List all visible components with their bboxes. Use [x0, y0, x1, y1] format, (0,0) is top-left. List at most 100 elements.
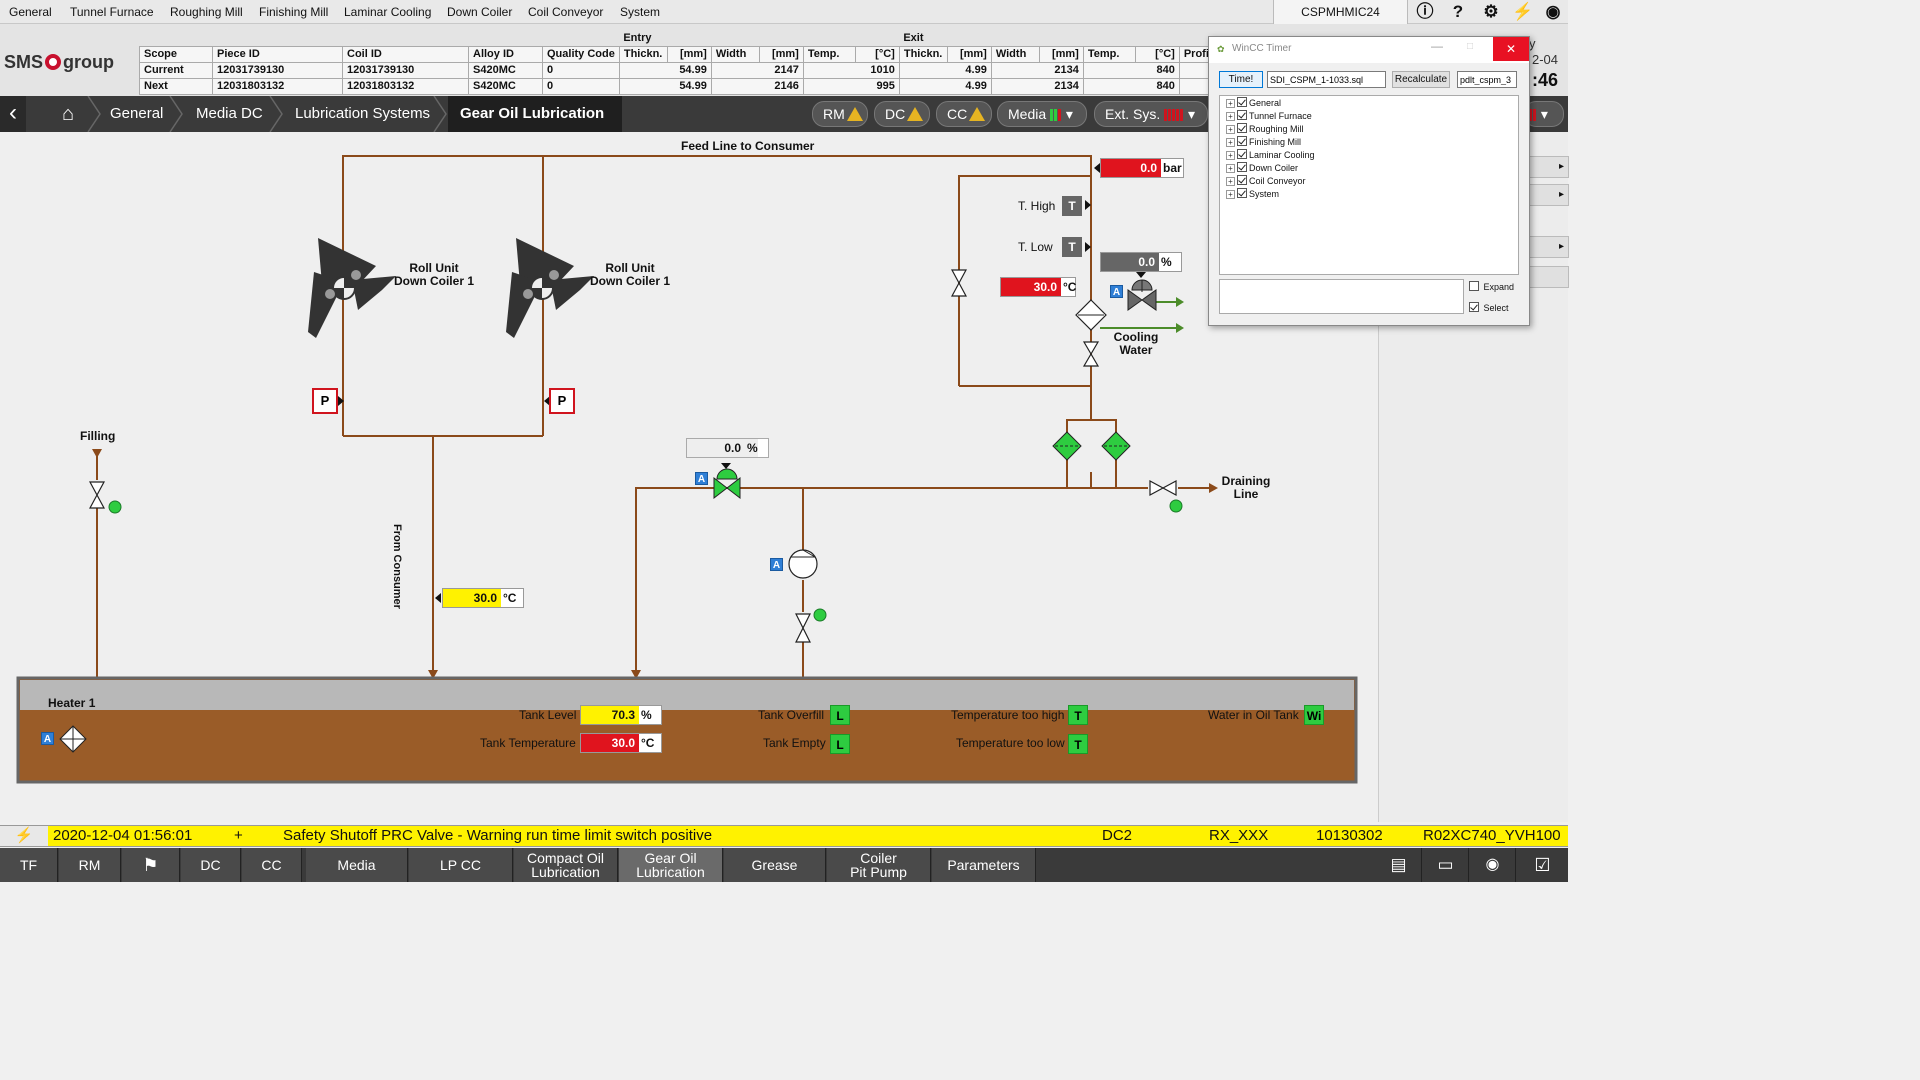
nav-rm[interactable]: RM: [59, 848, 121, 882]
monitor-icon[interactable]: ▭: [1423, 848, 1469, 882]
t-high-button[interactable]: T: [1062, 196, 1082, 216]
side-panel-button[interactable]: [1529, 266, 1569, 288]
sql-file-field[interactable]: [1267, 71, 1386, 88]
breadcrumb-gear-oil-lubrication[interactable]: Gear Oil Lubrication: [448, 96, 623, 132]
water-in-oil-button[interactable]: Wi: [1304, 705, 1324, 725]
alarm-datetime: 2020-12-04 01:56:01: [53, 827, 193, 844]
auto-mode-button[interactable]: A: [770, 558, 783, 571]
nav-coiler-pit-pump[interactable]: Coiler Pit Pump: [827, 848, 931, 882]
menu-laminar-cooling[interactable]: Laminar Cooling: [344, 5, 431, 19]
media-status-button[interactable]: Media ▾: [997, 101, 1087, 127]
output-textarea[interactable]: [1219, 279, 1464, 314]
breadcrumb-lubrication-systems[interactable]: Lubrication Systems: [283, 96, 430, 132]
nav-lp-cc[interactable]: LP CC: [409, 848, 513, 882]
nav-compact-oil-lubrication[interactable]: Compact Oil Lubrication: [514, 848, 618, 882]
tank-temperature-readout[interactable]: 30.0 °C: [580, 733, 662, 753]
tank-level-label: Tank Level: [519, 708, 577, 722]
cooler-temperature-readout[interactable]: 30.0 °C: [1000, 277, 1076, 297]
tank-overfill-button[interactable]: L: [830, 705, 850, 725]
close-icon[interactable]: ✕: [1493, 37, 1529, 61]
nav-grease[interactable]: Grease: [724, 848, 826, 882]
tree-item-coil-conveyor[interactable]: + Coil Conveyor: [1226, 175, 1306, 188]
nav-dc[interactable]: DC: [181, 848, 241, 882]
nav-cc[interactable]: CC: [242, 848, 302, 882]
breadcrumb-media-dc[interactable]: Media DC: [184, 96, 263, 132]
info-icon[interactable]: ⓘ: [1410, 1, 1440, 23]
minimize-icon[interactable]: —: [1431, 39, 1443, 53]
cooling-valve-position[interactable]: 0.0 %: [1100, 252, 1182, 272]
rm-status-button[interactable]: RM: [812, 101, 868, 127]
auto-mode-button[interactable]: A: [1110, 285, 1123, 298]
alarm-message: Safety Shutoff PRC Valve - Warning run t…: [283, 827, 713, 844]
control-valve-position[interactable]: 0.0 %: [686, 438, 769, 458]
pressure-switch-2-button[interactable]: P: [549, 388, 575, 414]
tree-item-roughing-mill[interactable]: + Roughing Mill: [1226, 123, 1304, 136]
menu-finishing-mill[interactable]: Finishing Mill: [259, 5, 328, 19]
lightning-icon[interactable]: ⚡: [1508, 1, 1538, 23]
tree-item-general[interactable]: + General: [1226, 97, 1281, 110]
help-icon[interactable]: ?: [1443, 1, 1473, 23]
side-panel-button[interactable]: ▸: [1529, 156, 1569, 178]
heater-auto-button[interactable]: A: [41, 732, 54, 745]
menu-tunnel-furnace[interactable]: Tunnel Furnace: [70, 5, 154, 19]
gear-icon[interactable]: ⚙: [1476, 1, 1506, 23]
t-low-label: T. Low: [1018, 240, 1053, 254]
ext-sys-status-button[interactable]: Ext. Sys. ▾: [1094, 101, 1208, 127]
tank-empty-label: Tank Empty: [763, 736, 826, 750]
col-exit-thickness-unit: [mm]: [946, 45, 992, 63]
tank-empty-button[interactable]: L: [830, 734, 850, 754]
breadcrumb-general[interactable]: General: [98, 96, 163, 132]
col-entry-temp: Temp.: [802, 45, 856, 63]
pdlt-field[interactable]: [1457, 71, 1517, 88]
pressure-readout[interactable]: 0.0 bar: [1100, 158, 1184, 178]
menu-coil-conveyor[interactable]: Coil Conveyor: [528, 5, 603, 19]
menu-general[interactable]: General: [9, 5, 52, 19]
filling-valve: [88, 481, 106, 509]
temp-too-high-button[interactable]: T: [1068, 705, 1088, 725]
nav-tf[interactable]: TF: [0, 848, 58, 882]
dc-status-button[interactable]: DC: [874, 101, 930, 127]
col-quality-code: Quality Code: [542, 45, 620, 63]
tree-item-laminar-cooling[interactable]: + Laminar Cooling: [1226, 149, 1315, 162]
warning-icon: [846, 107, 863, 121]
checkbox-icon[interactable]: ☑: [1517, 848, 1568, 882]
eye-icon[interactable]: ◉: [1538, 1, 1568, 23]
t-low-button[interactable]: T: [1062, 237, 1082, 257]
flag-icon[interactable]: ⚑: [122, 848, 180, 882]
menu-system[interactable]: System: [620, 5, 660, 19]
menu-roughing-mill[interactable]: Roughing Mill: [170, 5, 243, 19]
tree-item-tunnel-furnace[interactable]: + Tunnel Furnace: [1226, 110, 1312, 123]
auto-mode-button[interactable]: A: [695, 472, 708, 485]
heater-icon[interactable]: [56, 722, 90, 756]
expand-checkbox[interactable]: Expand: [1469, 281, 1514, 292]
tree-item-finishing-mill[interactable]: + Finishing Mill: [1226, 136, 1301, 149]
roll-unit-icon-2: [506, 238, 594, 338]
return-temperature-readout[interactable]: 30.0 °C: [442, 588, 524, 608]
tree-item-system[interactable]: + System: [1226, 188, 1279, 201]
app-icon: ✿: [1217, 44, 1225, 54]
alarm-line[interactable]: ⚡ 2020-12-04 01:56:01 + Safety Shutoff P…: [0, 825, 1568, 847]
overflow-status-button[interactable]: ▾: [1524, 101, 1564, 127]
dialog-titlebar: ✿ WinCC Timer — □ ✕: [1209, 37, 1529, 63]
time-button[interactable]: Time!: [1219, 71, 1263, 88]
tank-level-readout[interactable]: 70.3 %: [580, 705, 662, 725]
side-panel-button[interactable]: ▸: [1529, 184, 1569, 206]
nav-media[interactable]: Media: [306, 848, 408, 882]
side-panel-button[interactable]: ▸: [1529, 236, 1569, 258]
menu-down-coiler[interactable]: Down Coiler: [447, 5, 512, 19]
select-checkbox[interactable]: Select: [1469, 302, 1509, 313]
temp-too-low-button[interactable]: T: [1068, 734, 1088, 754]
screen-layout-icon[interactable]: ▤: [1376, 848, 1422, 882]
media-level-icon: [1050, 104, 1062, 128]
camera-icon[interactable]: ◉: [1470, 848, 1516, 882]
maximize-icon[interactable]: □: [1467, 41, 1473, 52]
nav-parameters[interactable]: Parameters: [932, 848, 1036, 882]
pressure-switch-1-button[interactable]: P: [312, 388, 338, 414]
cc-status-button[interactable]: CC: [936, 101, 992, 127]
lightning-icon[interactable]: ⚡: [0, 826, 48, 846]
recalculate-button[interactable]: Recalculate: [1392, 71, 1450, 88]
nav-gear-oil-lubrication[interactable]: Gear Oil Lubrication: [619, 848, 723, 882]
tree-item-down-coiler[interactable]: + Down Coiler: [1226, 162, 1298, 175]
col-alloy-id: Alloy ID: [468, 45, 543, 63]
cooling-water-label: Cooling Water: [1113, 330, 1159, 357]
